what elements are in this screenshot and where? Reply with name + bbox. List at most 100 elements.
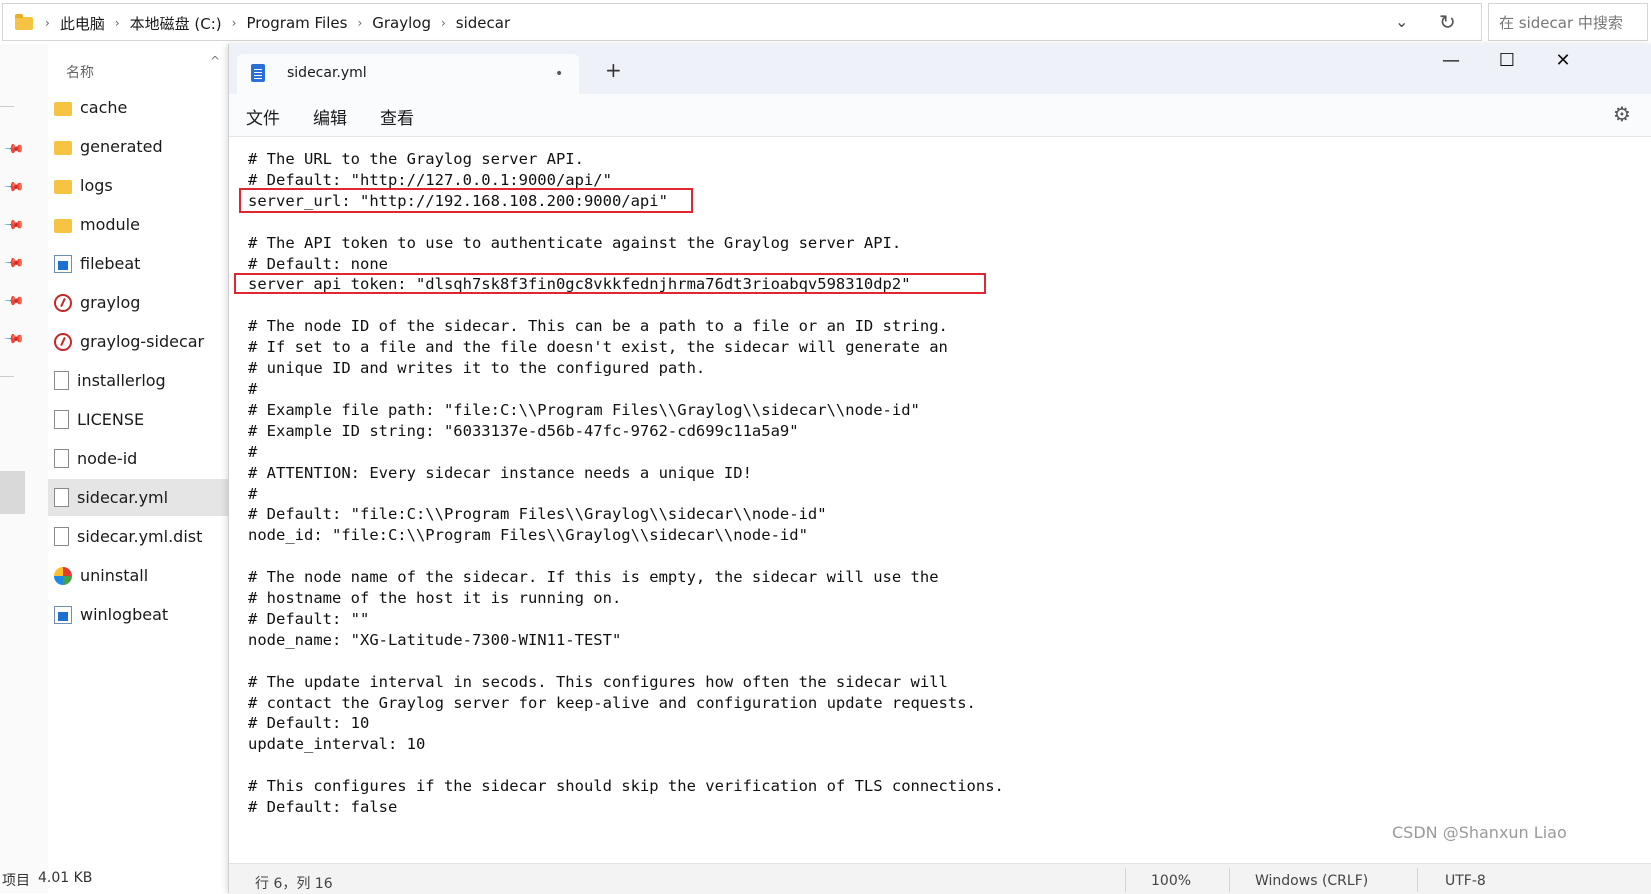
notepad-icon xyxy=(251,64,265,82)
refresh-icon[interactable]: ↻ xyxy=(1439,10,1456,34)
file-item-module[interactable]: module xyxy=(48,206,228,243)
divider xyxy=(1229,868,1230,892)
file-item-uninstall[interactable]: uninstall xyxy=(48,557,228,594)
file-item-logs[interactable]: logs xyxy=(48,167,228,204)
chevron-right-icon: › xyxy=(440,16,446,30)
file-item-node-id[interactable]: node-id xyxy=(48,440,228,477)
file-item-generated[interactable]: generated xyxy=(48,128,228,165)
chevron-right-icon: › xyxy=(45,16,50,30)
pin-icon[interactable]: 📌 xyxy=(3,176,25,198)
file-item-installerlog[interactable]: installerlog xyxy=(48,362,228,399)
text-editor[interactable]: # The URL to the Graylog server API. # D… xyxy=(229,137,1651,863)
pin-icon[interactable]: 📌 xyxy=(3,138,25,160)
folder-icon xyxy=(54,179,72,194)
chevron-right-icon: › xyxy=(357,16,363,30)
line-ending[interactable]: Windows (CRLF) xyxy=(1255,873,1368,889)
chevron-right-icon: › xyxy=(114,16,120,30)
editor-content[interactable]: # The URL to the Graylog server API. # D… xyxy=(248,149,1004,818)
file-item-winlogbeat[interactable]: winlogbeat xyxy=(48,596,228,633)
graylog-icon xyxy=(54,332,72,351)
chevron-down-icon[interactable]: ⌄ xyxy=(1395,12,1408,31)
document-icon xyxy=(54,410,69,429)
file-name: LICENSE xyxy=(77,410,145,429)
explorer-status-bar: 项目 4.01 KB xyxy=(0,864,230,893)
folder-icon xyxy=(15,13,33,30)
document-icon xyxy=(54,527,69,546)
menu-edit[interactable]: 编辑 xyxy=(313,104,347,129)
file-item-cache[interactable]: cache xyxy=(48,89,228,126)
cursor-position: 行 6，列 16 xyxy=(255,876,333,892)
file-name: sidecar.yml.dist xyxy=(77,527,203,546)
file-item-filebeat[interactable]: filebeat xyxy=(48,245,228,282)
tab-title: sidecar.yml xyxy=(287,65,367,81)
column-header-name[interactable]: 名称 xyxy=(66,62,94,82)
menu-view[interactable]: 查看 xyxy=(380,104,414,129)
file-name: graylog-sidecar xyxy=(80,332,205,351)
file-name: node-id xyxy=(77,449,138,468)
app-icon xyxy=(54,254,72,273)
menu-file[interactable]: 文件 xyxy=(246,104,280,129)
divider xyxy=(1417,868,1418,892)
folder-icon xyxy=(54,140,72,155)
document-icon xyxy=(54,371,69,390)
unsaved-indicator[interactable]: • xyxy=(555,66,563,82)
file-name: filebeat xyxy=(80,254,141,273)
breadcrumb-program-files[interactable]: Program Files xyxy=(242,14,351,32)
folder-icon xyxy=(54,218,72,233)
address-box[interactable]: › 此电脑 › 本地磁盘 (C:) › Program Files › Gray… xyxy=(2,3,1482,41)
file-name: generated xyxy=(80,137,163,156)
new-tab-button[interactable]: + xyxy=(605,58,622,82)
file-name: graylog xyxy=(80,293,141,312)
file-name: sidecar.yml xyxy=(77,488,169,507)
file-item-graylog-sidecar[interactable]: graylog-sidecar xyxy=(48,323,228,360)
file-name: winlogbeat xyxy=(80,605,169,624)
notepad-window: sidecar.yml • + — ☐ ✕ 文件 编辑 查看 ⚙ # The U… xyxy=(228,44,1651,894)
pin-icon[interactable]: 📌 xyxy=(3,328,25,350)
encoding[interactable]: UTF-8 xyxy=(1445,873,1486,889)
address-bar: › 此电脑 › 本地磁盘 (C:) › Program Files › Gray… xyxy=(0,0,1651,44)
pin-icon[interactable]: 📌 xyxy=(3,290,25,312)
minimize-button[interactable]: — xyxy=(1429,50,1473,71)
file-name: installerlog xyxy=(77,371,166,390)
status-file-size: 4.01 KB xyxy=(38,870,93,886)
settings-gear-icon[interactable]: ⚙ xyxy=(1613,102,1631,126)
notepad-titlebar: sidecar.yml • + — ☐ ✕ xyxy=(229,44,1651,94)
breadcrumb-graylog[interactable]: Graylog xyxy=(368,14,435,32)
status-item-label: 项目 xyxy=(2,873,30,889)
file-item-graylog[interactable]: graylog xyxy=(48,284,228,321)
watermark: CSDN @Shanxun Liao xyxy=(1392,823,1567,842)
search-input[interactable]: 在 sidecar 中搜索 xyxy=(1488,3,1648,41)
navigation-pane: 📌 📌 📌 📌 📌 📌 xyxy=(0,44,48,893)
maximize-button[interactable]: ☐ xyxy=(1485,50,1529,71)
highlight-box-server-url xyxy=(239,188,693,213)
highlight-box-api-token xyxy=(234,273,986,294)
file-item-sidecar-yml-dist[interactable]: sidecar.yml.dist xyxy=(48,518,228,555)
chevron-right-icon: › xyxy=(231,16,237,30)
file-name: uninstall xyxy=(80,566,149,585)
app-icon xyxy=(54,605,72,624)
breadcrumb-sidecar[interactable]: sidecar xyxy=(452,14,514,32)
divider xyxy=(0,106,14,107)
file-list: 名称 ^ cache generated logs module filebea… xyxy=(48,44,228,864)
pin-icon[interactable]: 📌 xyxy=(3,214,25,236)
divider xyxy=(0,376,14,377)
file-item-license[interactable]: LICENSE xyxy=(48,401,228,438)
divider xyxy=(1125,868,1126,892)
zoom-level[interactable]: 100% xyxy=(1151,873,1191,889)
notepad-status-bar: 行 6，列 16 100% Windows (CRLF) UTF-8 xyxy=(229,863,1651,894)
pin-icon[interactable]: 📌 xyxy=(3,252,25,274)
file-item-sidecar-yml[interactable]: sidecar.yml xyxy=(48,479,228,516)
document-icon xyxy=(54,449,69,468)
breadcrumb-this-pc[interactable]: 此电脑 xyxy=(56,13,109,34)
graylog-icon xyxy=(54,293,72,312)
tab-sidecar-yml[interactable]: sidecar.yml • xyxy=(237,54,579,94)
chevron-up-icon[interactable]: ^ xyxy=(210,54,220,68)
breadcrumb-local-disk[interactable]: 本地磁盘 (C:) xyxy=(126,13,226,34)
close-button[interactable]: ✕ xyxy=(1541,50,1585,71)
file-name: logs xyxy=(80,176,113,195)
document-icon xyxy=(54,488,69,507)
menu-bar: 文件 编辑 查看 ⚙ xyxy=(229,94,1651,137)
uninstall-icon xyxy=(54,566,72,585)
file-name: cache xyxy=(80,98,128,117)
nav-selected-item[interactable] xyxy=(0,471,25,514)
